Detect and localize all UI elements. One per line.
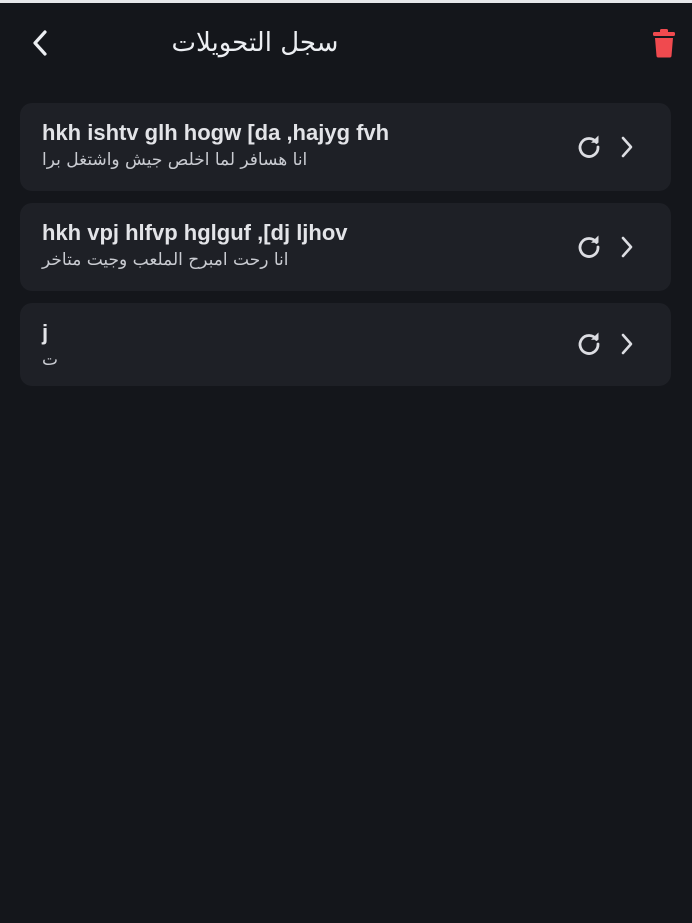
trash-icon — [653, 29, 675, 58]
delete-all-button[interactable] — [648, 23, 680, 63]
history-item-input: j — [42, 320, 49, 345]
refresh-icon[interactable] — [576, 331, 602, 357]
history-item-output: انا هسافر لما اخلص جيش واشتغل برا — [42, 150, 308, 170]
chevron-right-icon — [621, 236, 633, 258]
refresh-icon[interactable] — [576, 234, 602, 260]
app-header: سجل التحويلات — [0, 3, 692, 81]
chevron-right-icon — [621, 333, 633, 355]
history-item[interactable]: j ت — [20, 303, 671, 386]
refresh-icon[interactable] — [576, 134, 602, 160]
history-item[interactable]: hkh ishtv glh hogw [da ,hajyg fvh انا هس… — [20, 103, 671, 191]
chevron-left-icon — [33, 30, 47, 56]
history-screen: سجل التحويلات hkh ishtv glh hogw [da ,ha… — [0, 3, 692, 923]
page-title: سجل التحويلات — [171, 28, 339, 58]
history-item-output: ت — [42, 350, 59, 370]
history-list: hkh ishtv glh hogw [da ,hajyg fvh انا هس… — [20, 103, 671, 398]
history-item-text: hkh ishtv glh hogw [da ,hajyg fvh انا هس… — [42, 119, 562, 173]
history-item-input: hkh vpj hlfvp hglguf ,[dj ljhov — [42, 220, 348, 245]
history-item-output: انا رحت امبرح الملعب وجيت متاخر — [42, 250, 289, 270]
history-item-input: hkh ishtv glh hogw [da ,hajyg fvh — [42, 120, 390, 145]
back-button[interactable] — [22, 23, 58, 63]
history-item-text: j ت — [42, 319, 562, 373]
history-item-text: hkh vpj hlfvp hglguf ,[dj ljhov انا رحت … — [42, 219, 562, 273]
history-item[interactable]: hkh vpj hlfvp hglguf ,[dj ljhov انا رحت … — [20, 203, 671, 291]
chevron-right-icon — [621, 136, 633, 158]
